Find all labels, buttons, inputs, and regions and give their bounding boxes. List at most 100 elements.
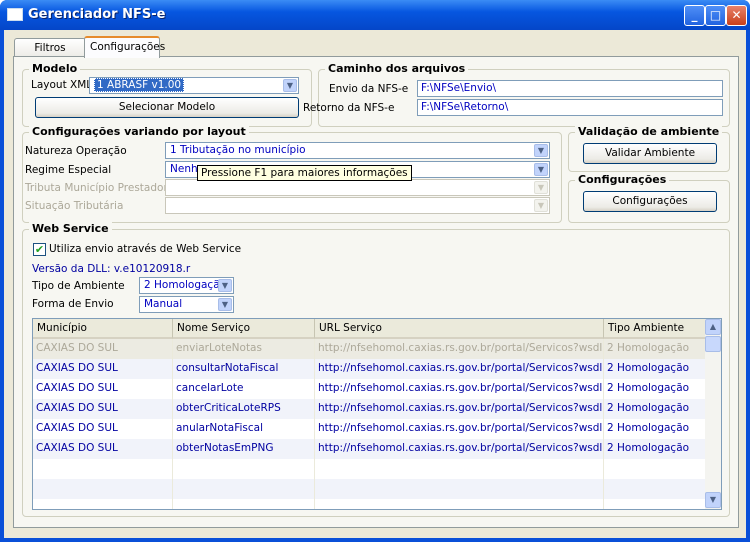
table-cell: 2 Homologação [604, 399, 706, 419]
minimize-button[interactable]: _ [684, 5, 705, 26]
table-cell [173, 459, 315, 479]
table-row[interactable]: CAXIAS DO SUL enviarLoteNotas http://nfseh… [33, 339, 706, 359]
table-cell: anularNotaFiscal [173, 419, 315, 439]
table-cell [33, 459, 173, 479]
table-cell: CAXIAS DO SUL [33, 419, 173, 439]
column-header-url-servico[interactable]: URL Serviço [315, 319, 604, 339]
envio-path-input[interactable]: F:\NFSe\Envio\ [417, 80, 723, 97]
table-cell [315, 459, 604, 479]
group-title: Configurações variando por layout [29, 125, 249, 138]
webservice-checkbox[interactable]: ✔ [33, 243, 46, 256]
table-cell: 2 Homologação [604, 379, 706, 399]
tooltip: Pressione F1 para maiores informações [197, 165, 412, 181]
table-cell: http://nfsehomol.caxias.rs.gov.br/portal… [315, 359, 604, 379]
vertical-scrollbar[interactable]: ▲ ▼ [705, 319, 721, 509]
group-title: Modelo [29, 62, 81, 75]
table-row[interactable] [33, 499, 706, 509]
group-title: Caminho dos arquivos [325, 62, 469, 75]
table-cell [604, 459, 706, 479]
chevron-down-icon[interactable]: ▼ [218, 298, 232, 311]
window-title: Gerenciador NFS-e [28, 7, 166, 22]
tributa-label: Tributa Município Prestador [25, 182, 168, 194]
forma-envio-select[interactable]: Manual ▼ [139, 296, 234, 313]
validacao-group: Validação de ambiente Validar Ambiente [568, 125, 730, 172]
table-cell: CAXIAS DO SUL [33, 399, 173, 419]
retorno-label: Retorno da NFS-e [303, 102, 395, 114]
selected-value: Manual [144, 298, 183, 310]
maximize-button[interactable]: □ [705, 5, 726, 26]
column-header-municipio[interactable]: Município [33, 319, 173, 339]
table-cell [315, 499, 604, 509]
table-cell: 2 Homologação [604, 439, 706, 459]
dll-version: Versão da DLL: v.e10120918.r [32, 263, 191, 275]
forma-envio-label: Forma de Envio [32, 298, 114, 310]
table-cell [173, 479, 315, 499]
table-row[interactable]: CAXIAS DO SUL obterCriticaLoteRPS http://n… [33, 399, 706, 419]
caminho-group: Caminho dos arquivos Envio da NFS-e F:\N… [303, 62, 730, 127]
retorno-path-input[interactable]: F:\NFSe\Retorno\ [417, 99, 723, 116]
chevron-down-icon[interactable]: ▼ [534, 163, 548, 176]
chevron-down-icon[interactable]: ▼ [534, 144, 548, 157]
group-title: Validação de ambiente [575, 125, 723, 138]
table-cell [173, 499, 315, 509]
table-cell: enviarLoteNotas [173, 339, 315, 359]
natureza-label: Natureza Operação [25, 145, 127, 157]
chevron-down-icon[interactable]: ▼ [218, 279, 232, 292]
group-title: Web Service [29, 222, 112, 235]
table-row[interactable] [33, 459, 706, 479]
table-cell: 2 Homologação [604, 359, 706, 379]
table-cell: obterNotasEmPNG [173, 439, 315, 459]
group-title: Configurações [575, 173, 670, 186]
webservice-checkbox-label[interactable]: Utiliza envio através de Web Service [49, 243, 241, 255]
selecionar-modelo-button[interactable]: Selecionar Modelo [35, 97, 299, 118]
button-label: Selecionar Modelo [118, 101, 216, 113]
table-cell: 2 Homologação [604, 339, 706, 359]
table-cell: consultarNotaFiscal [173, 359, 315, 379]
table-row[interactable] [33, 479, 706, 499]
table-cell [315, 479, 604, 499]
validar-ambiente-button[interactable]: Validar Ambiente [583, 143, 717, 164]
column-header-nome-servico[interactable]: Nome Serviço [173, 319, 315, 339]
table-cell [33, 499, 173, 509]
layout-xml-label: Layout XML [31, 79, 93, 91]
table-row[interactable]: CAXIAS DO SUL anularNotaFiscal http://nfse… [33, 419, 706, 439]
scroll-up-icon[interactable]: ▲ [705, 319, 721, 335]
tipo-ambiente-label: Tipo de Ambiente [32, 280, 125, 292]
situacao-label: Situação Tributária [25, 200, 124, 212]
close-button[interactable]: ✕ [726, 5, 747, 26]
scroll-down-icon[interactable]: ▼ [705, 492, 721, 508]
tab-configuracoes[interactable]: Configurações [84, 36, 165, 58]
layout-xml-select[interactable]: 1 ABRASF v1.00 ▼ [89, 77, 299, 94]
column-header-tipo-ambiente[interactable]: Tipo Ambiente [604, 319, 706, 339]
table-cell: http://nfsehomol.caxias.rs.gov.br/portal… [315, 419, 604, 439]
table-row[interactable]: CAXIAS DO SUL cancelarLote http://nfsehomo… [33, 379, 706, 399]
table-cell [604, 479, 706, 499]
tipo-ambiente-select[interactable]: 2 Homologação ▼ [139, 277, 234, 294]
natureza-select[interactable]: 1 Tributação no município ▼ [165, 142, 550, 159]
table-cell: http://nfsehomol.caxias.rs.gov.br/portal… [315, 439, 604, 459]
modelo-group: Modelo Layout XML 1 ABRASF v1.00 ▼ Seleci… [22, 62, 312, 127]
table-cell [33, 479, 173, 499]
configuracoes-group: Configurações Configurações [568, 173, 730, 223]
chevron-down-icon[interactable]: ▼ [283, 79, 297, 92]
table-cell [604, 499, 706, 509]
selected-value: 1 Tributação no município [170, 144, 306, 156]
tab-filtros[interactable]: Filtros [14, 38, 86, 57]
table-row[interactable]: CAXIAS DO SUL obterNotasEmPNG http://nfseh… [33, 439, 706, 459]
envio-label: Envio da NFS-e [329, 83, 409, 95]
table-cell: obterCriticaLoteRPS [173, 399, 315, 419]
table-cell: CAXIAS DO SUL [33, 439, 173, 459]
tributa-select: ▼ [165, 179, 550, 196]
configuracoes-button[interactable]: Configurações [583, 191, 717, 212]
chevron-down-icon: ▼ [534, 199, 548, 212]
regime-label: Regime Especial [25, 164, 112, 176]
table-cell: CAXIAS DO SUL [33, 339, 173, 359]
table-cell: http://nfsehomol.caxias.rs.gov.br/portal… [315, 399, 604, 419]
services-table: Município Nome Serviço URL Serviço Tipo … [32, 318, 722, 510]
situacao-select: ▼ [165, 197, 550, 214]
table-cell: http://nfsehomol.caxias.rs.gov.br/portal… [315, 339, 604, 359]
table-row[interactable]: CAXIAS DO SUL consultarNotaFiscal http://n… [33, 359, 706, 379]
selected-value: 1 ABRASF v1.00 [94, 78, 185, 92]
title-bar[interactable]: Gerenciador NFS-e _ □ ✕ [0, 0, 750, 30]
scroll-thumb[interactable] [705, 336, 721, 352]
